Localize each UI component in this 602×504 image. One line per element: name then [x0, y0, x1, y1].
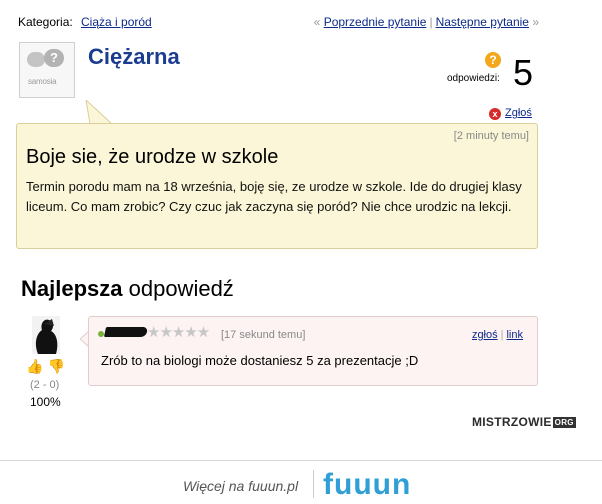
question-bubble-icon: ? — [44, 49, 64, 67]
rating-stars: ★★★★★ — [147, 324, 210, 341]
answer-text: Zrób to na biologi może dostaniesz 5 za … — [101, 353, 419, 368]
footer-separator — [313, 470, 314, 498]
report-link[interactable]: Zgłoś — [505, 107, 532, 119]
answerer-avatar[interactable] — [32, 316, 60, 354]
best-answer-heading: Najlepsza odpowiedź — [21, 276, 234, 302]
answer-links-separator: | — [500, 329, 504, 341]
avatar-logo: samosia — [28, 77, 57, 86]
speech-bubble-icon — [27, 52, 45, 67]
question-title: Boje sie, że urodze w szkole — [26, 146, 279, 168]
footer-more-text[interactable]: Więcej na fuuun.pl — [183, 478, 298, 494]
next-question-link[interactable]: Następne pytanie — [436, 15, 529, 29]
prev-arrow-icon: « — [313, 15, 321, 29]
footer-divider — [0, 460, 602, 461]
vote-percent: 100% — [30, 395, 61, 409]
thumb-down-icon[interactable]: 👎 — [47, 358, 64, 374]
answers-label: odpowiedzi: — [447, 73, 500, 84]
question-time: [2 minuty temu] — [453, 130, 529, 142]
watermark-tld: ORG — [552, 417, 576, 428]
answer-time: [17 sekund temu] — [221, 329, 306, 341]
vote-buttons: 👍 👎 — [26, 358, 65, 375]
answers-count: 5 — [513, 52, 534, 93]
report-question[interactable]: x Zgłoś — [489, 107, 532, 120]
best-answer-heading-rest: odpowiedź — [122, 276, 234, 301]
watermark-brand: MISTRZOWIE — [472, 415, 552, 429]
nav-separator: | — [429, 15, 433, 29]
prev-question-link[interactable]: Poprzednie pytanie — [324, 15, 427, 29]
vote-count: (2 - 0) — [30, 379, 60, 391]
fuuun-logo[interactable]: fuuun — [323, 468, 411, 502]
best-answer-heading-bold: Najlepsza — [21, 276, 123, 301]
redacted-username — [103, 327, 149, 337]
question-nav: « Poprzednie pytanie | Następne pytanie » — [314, 15, 539, 29]
question-body: Termin porodu mam na 18 września, boję s… — [26, 179, 522, 214]
answer-permalink[interactable]: link — [506, 329, 523, 341]
author-name[interactable]: Ciężarna — [88, 44, 180, 70]
thumb-up-icon[interactable]: 👍 — [26, 358, 43, 374]
author-avatar[interactable]: ? samosia — [19, 42, 75, 98]
question-box: [2 minuty temu] Boje sie, że urodze w sz… — [16, 123, 538, 249]
answer-links: zgłoś | link — [472, 329, 523, 341]
next-arrow-icon: » — [532, 15, 539, 29]
report-answer-link[interactable]: zgłoś — [472, 329, 498, 341]
answer-box: ★★★★★ [17 sekund temu] zgłoś | link Zrób t… — [88, 316, 538, 386]
category-link[interactable]: Ciąża i poród — [81, 15, 152, 29]
mistrzowie-watermark: MISTRZOWIE ORG — [472, 415, 576, 429]
report-icon: x — [489, 108, 501, 120]
answers-icon: ? — [485, 52, 501, 68]
category-label: Kategoria: — [18, 15, 73, 29]
